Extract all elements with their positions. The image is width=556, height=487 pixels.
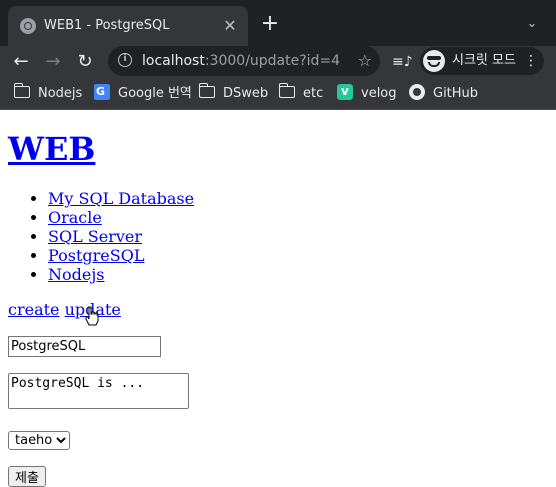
topic-link[interactable]: Nodejs: [48, 265, 105, 284]
page-content: WEB My SQL Database Oracle SQL Server Po…: [8, 110, 548, 487]
folder-icon: [198, 83, 215, 98]
home-link[interactable]: WEB: [8, 130, 95, 168]
browser-tab[interactable]: WEB1 - PostgreSQL ✕: [8, 6, 248, 46]
list-item: Nodejs: [48, 265, 548, 284]
bookmark-google-translate[interactable]: Google 번역: [94, 84, 192, 104]
list-item: PostgreSQL: [48, 246, 548, 265]
update-form: PostgreSQL is ... taeho 제출: [8, 335, 548, 487]
tab-title: WEB1 - PostgreSQL: [44, 18, 170, 33]
folder-icon: [13, 83, 30, 98]
star-icon[interactable]: ☆: [358, 51, 372, 71]
bookmark-label: DSweb: [223, 86, 269, 101]
close-tab-icon[interactable]: ✕: [220, 16, 240, 36]
incognito-profile-button[interactable]: 시크릿 모드 ⋮: [420, 47, 544, 75]
url-text[interactable]: localhost:3000/update?id=4: [142, 52, 340, 70]
address-bar[interactable]: i localhost:3000/update?id=4 ☆: [108, 46, 380, 76]
bookmarks-bar: Nodejs Google 번역 DSweb etc velog GitHub: [0, 78, 556, 110]
page-title: WEB: [8, 131, 548, 168]
back-button[interactable]: ←: [8, 49, 34, 75]
url-host: localhost: [142, 53, 205, 69]
bookmark-nodejs[interactable]: Nodejs: [13, 83, 83, 104]
google-translate-icon: [94, 84, 110, 100]
new-tab-button[interactable]: +: [258, 13, 282, 37]
forward-button[interactable]: →: [40, 49, 66, 75]
description-row: PostgreSQL is ...: [8, 373, 548, 409]
bookmark-label: etc: [303, 86, 324, 101]
submit-row: 제출: [8, 466, 548, 487]
topic-list: My SQL Database Oracle SQL Server Postgr…: [8, 189, 548, 284]
bookmark-label: Nodejs: [38, 86, 83, 101]
globe-icon: [20, 18, 36, 34]
incognito-icon: [423, 50, 445, 72]
hand-cursor-icon: [85, 306, 99, 326]
menu-icon[interactable]: ⋮: [524, 51, 538, 71]
bookmark-label: GitHub: [433, 86, 479, 101]
folder-icon: [278, 83, 295, 98]
incognito-label: 시크릿 모드: [452, 53, 516, 68]
list-item: My SQL Database: [48, 189, 548, 208]
tab-strip: WEB1 - PostgreSQL ✕ + ⌄: [0, 0, 556, 46]
reload-button[interactable]: ↻: [72, 49, 98, 75]
browser-toolbar: ← → ↻ i localhost:3000/update?id=4 ☆ ≡♪ …: [0, 46, 556, 78]
bookmark-dsweb[interactable]: DSweb: [198, 83, 269, 104]
create-link[interactable]: create: [8, 300, 60, 319]
author-select[interactable]: taeho: [8, 431, 70, 450]
github-icon: [409, 84, 425, 100]
url-path: :3000/update?id=4: [204, 53, 341, 69]
bookmark-github[interactable]: GitHub: [409, 84, 478, 104]
list-item: Oracle: [48, 208, 548, 227]
bookmark-label: Google 번역: [118, 86, 192, 101]
title-input[interactable]: [8, 336, 161, 357]
topic-link[interactable]: Oracle: [48, 208, 102, 227]
bookmark-etc[interactable]: etc: [278, 83, 324, 104]
submit-button[interactable]: 제출: [8, 466, 46, 487]
velog-icon: [337, 83, 353, 100]
author-row: taeho: [8, 429, 548, 450]
list-item: SQL Server: [48, 227, 548, 246]
topic-link[interactable]: PostgreSQL: [48, 246, 144, 265]
playlist-icon[interactable]: ≡♪: [392, 52, 413, 72]
bookmark-label: velog: [361, 86, 397, 101]
topic-link[interactable]: SQL Server: [48, 227, 142, 246]
bookmark-velog[interactable]: velog: [337, 83, 397, 104]
tab-search-icon[interactable]: ⌄: [522, 14, 542, 34]
description-textarea[interactable]: PostgreSQL is ...: [8, 373, 189, 409]
title-row: [8, 335, 548, 357]
topic-link[interactable]: My SQL Database: [48, 189, 194, 208]
info-icon[interactable]: i: [118, 53, 132, 67]
